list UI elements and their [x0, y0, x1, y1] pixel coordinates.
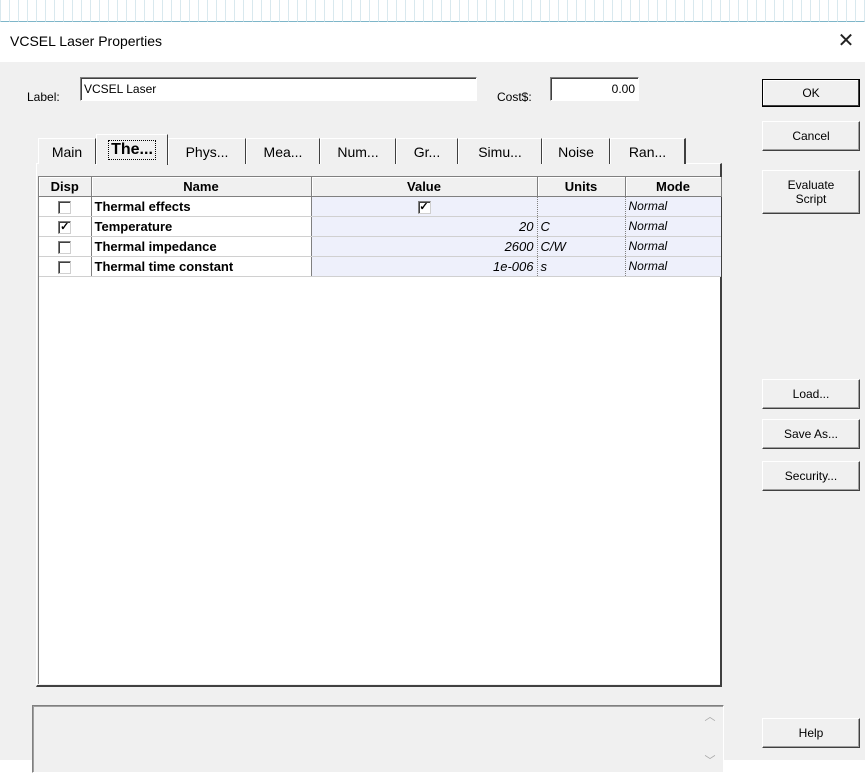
ok-button[interactable]: OK	[762, 79, 860, 107]
units-cell[interactable]: C/W	[537, 236, 626, 257]
value-cell[interactable]: 20	[311, 216, 538, 237]
value-checkbox[interactable]: ✓	[417, 200, 431, 214]
description-box[interactable]: ︿ ﹀	[32, 705, 724, 773]
disp-checkbox[interactable]: ✓	[58, 220, 72, 234]
parameters-table: Disp Name Value Units Mode Thermal effec…	[39, 177, 722, 277]
disp-checkbox[interactable]	[58, 200, 72, 214]
mode-cell[interactable]: Normal	[625, 256, 721, 277]
value-cell[interactable]: 2600	[311, 236, 538, 257]
label-field-label: Label:	[27, 90, 60, 104]
disp-cell[interactable]: ✓	[39, 216, 92, 237]
header-name[interactable]: Name	[91, 177, 312, 197]
name-cell: Thermal effects	[91, 196, 312, 217]
table-row[interactable]: ✓ Temperature 20 C Normal	[39, 216, 721, 237]
close-icon[interactable]: ✕	[833, 28, 859, 54]
title-bar[interactable]: VCSEL Laser Properties ✕	[0, 22, 865, 62]
header-disp[interactable]: Disp	[39, 177, 92, 197]
tab-graphs[interactable]: Gr...	[396, 138, 458, 164]
label-input[interactable]	[80, 77, 477, 101]
tab-simulation[interactable]: Simu...	[458, 138, 542, 164]
units-cell[interactable]: C	[537, 216, 626, 237]
check-icon: ✓	[60, 220, 70, 233]
tab-main[interactable]: Main	[38, 138, 96, 164]
cancel-button[interactable]: Cancel	[762, 121, 860, 151]
disp-cell[interactable]	[39, 196, 92, 217]
tab-physical[interactable]: Phys...	[168, 138, 246, 164]
header-value[interactable]: Value	[311, 177, 538, 197]
properties-dialog: VCSEL Laser Properties ✕ Label: Cost$: O…	[0, 22, 865, 773]
disp-cell[interactable]	[39, 256, 92, 277]
table-row[interactable]: Thermal effects ✓ Normal	[39, 196, 721, 217]
grid-dots	[0, 0, 865, 22]
save-as-button[interactable]: Save As...	[762, 419, 860, 449]
background-window-strip	[0, 0, 865, 22]
table-row[interactable]: Thermal time constant 1e-006 s Normal	[39, 256, 721, 277]
mode-cell[interactable]: Normal	[625, 196, 721, 217]
evaluate-script-button[interactable]: Evaluate Script	[762, 170, 860, 214]
tab-noise[interactable]: Noise	[542, 138, 610, 164]
table-row[interactable]: Thermal impedance 2600 C/W Normal	[39, 236, 721, 257]
scroll-down-icon[interactable]: ﹀	[703, 754, 717, 768]
parameters-grid[interactable]: Disp Name Value Units Mode Thermal effec…	[38, 176, 722, 684]
disp-checkbox[interactable]	[58, 240, 72, 254]
tab-thermal[interactable]: The...	[96, 134, 168, 165]
cost-field-label: Cost$:	[497, 90, 532, 104]
window-title: VCSEL Laser Properties	[10, 33, 162, 49]
tab-numerical[interactable]: Num...	[320, 138, 396, 164]
table-header-row: Disp Name Value Units Mode	[39, 177, 722, 197]
header-units[interactable]: Units	[537, 177, 626, 197]
disp-cell[interactable]	[39, 236, 92, 257]
header-mode[interactable]: Mode	[625, 177, 722, 197]
check-icon: ✓	[419, 200, 429, 213]
tab-random[interactable]: Ran...	[610, 138, 686, 164]
name-cell: Thermal impedance	[91, 236, 312, 257]
disp-checkbox[interactable]	[58, 260, 72, 274]
value-cell[interactable]: ✓	[311, 196, 538, 217]
scroll-up-icon[interactable]: ︿	[703, 710, 717, 724]
load-button[interactable]: Load...	[762, 379, 860, 409]
mode-cell[interactable]: Normal	[625, 216, 721, 237]
units-cell[interactable]: s	[537, 256, 626, 277]
help-button[interactable]: Help	[762, 718, 860, 748]
tab-measurement[interactable]: Mea...	[246, 138, 320, 164]
mode-cell[interactable]: Normal	[625, 236, 721, 257]
tab-thermal-label: The...	[108, 140, 156, 160]
value-cell[interactable]: 1e-006	[311, 256, 538, 277]
units-cell[interactable]	[537, 196, 626, 217]
cost-input[interactable]	[550, 77, 639, 101]
name-cell: Thermal time constant	[91, 256, 312, 277]
name-cell: Temperature	[91, 216, 312, 237]
security-button[interactable]: Security...	[762, 461, 860, 491]
